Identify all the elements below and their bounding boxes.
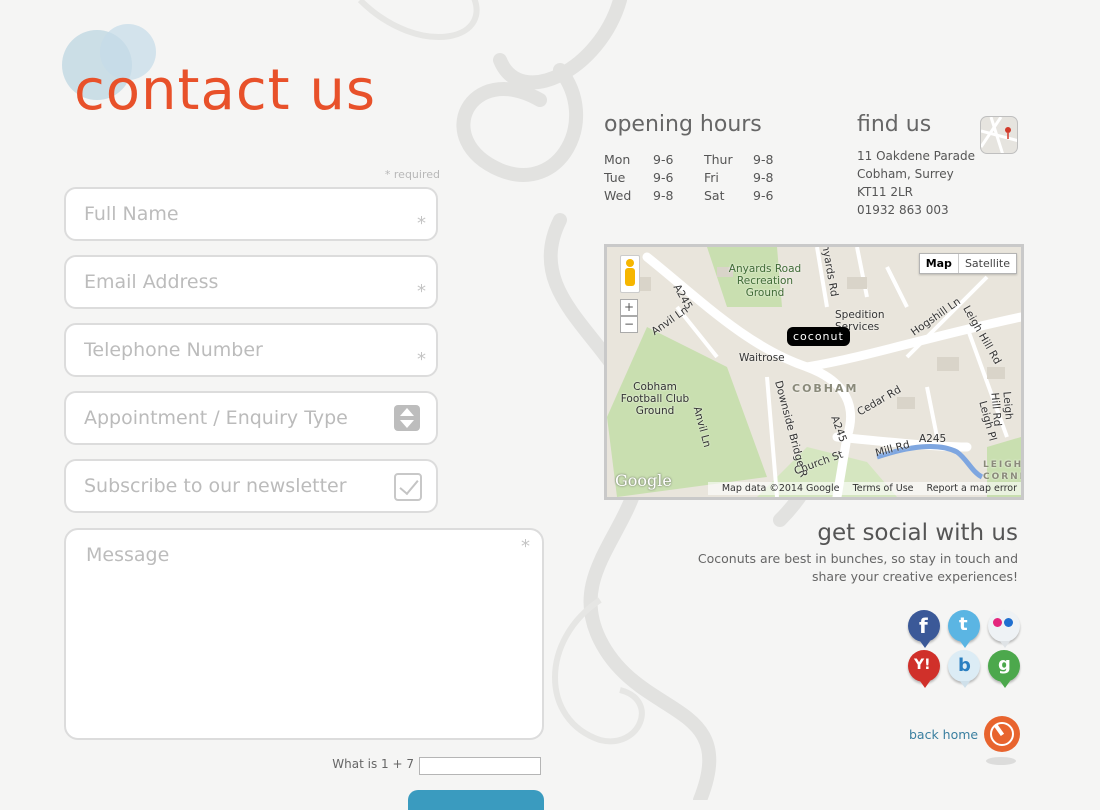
facebook-icon[interactable]: f (908, 610, 940, 648)
social-heading: get social with us (817, 520, 1018, 546)
newsletter-field[interactable]: Subscribe to our newsletter (64, 459, 438, 513)
map-pin-icon-graphic (981, 117, 1017, 153)
opening-hours-heading: opening hours (604, 112, 762, 137)
message-field[interactable]: * (64, 528, 544, 740)
map-label-football: Cobham Football Club Ground (620, 381, 690, 417)
flickr-blue-dot (1004, 618, 1013, 627)
select-arrows-icon[interactable] (394, 405, 420, 431)
address-phone[interactable]: 01932 863 003 (857, 201, 975, 219)
map-label-waitrose: Waitrose (739, 352, 785, 364)
appointment-type-select[interactable]: Appointment / Enquiry Type (64, 391, 438, 445)
required-asterisk: * (417, 349, 426, 370)
hours-value: 9-6 (653, 152, 674, 167)
page-title: contact us (74, 58, 377, 123)
google-glyph: g (998, 654, 1011, 675)
hours-value: 9-8 (653, 188, 674, 203)
address-block: 11 Oakdene Parade Cobham, Surrey KT11 2L… (857, 147, 975, 219)
address-postcode: KT11 2LR (857, 185, 914, 199)
back-home-link[interactable]: back home (909, 727, 978, 742)
map-footer: Map data ©2014 Google Terms of Use Repor… (707, 482, 1021, 495)
home-icon-shadow (986, 757, 1016, 765)
social-description-line: share your creative experiences! (811, 569, 1018, 584)
map-data-credit: Map data ©2014 Google (721, 483, 840, 494)
map-pin-icon[interactable] (980, 116, 1018, 154)
google-map[interactable]: + − Map Satellite Anyards Road Recreatio… (604, 244, 1024, 500)
required-asterisk: * (521, 536, 530, 557)
google-logo[interactable]: Google (615, 471, 672, 490)
hours-row: Mon 9-6 Thur 9-8 (604, 152, 773, 170)
day-label: Tue (604, 170, 626, 185)
telephone-field[interactable]: * (64, 323, 438, 377)
twitter-icon[interactable]: t (948, 610, 980, 648)
hours-value: 9-8 (753, 170, 774, 185)
map-label-leigh-corner: LEIGH CORNE (983, 460, 1024, 482)
street-view-pegman-icon[interactable] (620, 255, 640, 293)
newsletter-checkbox[interactable] (394, 473, 422, 501)
required-note: * required (384, 168, 440, 181)
map-label-a245: A245 (919, 433, 947, 445)
hours-value: 9-8 (753, 152, 774, 167)
opening-hours-table: Mon 9-6 Thur 9-8 Tue 9-6 Fri 9-8 Wed 9-8… (604, 152, 773, 206)
captcha-label: What is 1 + 7 (332, 757, 414, 771)
yahoo-glyph: Y! (914, 657, 931, 673)
day-label: Wed (604, 188, 632, 203)
flickr-icon[interactable] (988, 610, 1020, 648)
submit-button[interactable] (408, 790, 544, 810)
newsletter-label: Subscribe to our newsletter (84, 475, 347, 497)
map-marker-coconut[interactable]: coconut (787, 327, 850, 346)
social-description-line: Coconuts are best in bunches, so stay in… (697, 551, 1018, 566)
email-field[interactable]: * (64, 255, 438, 309)
twitter-glyph: t (959, 614, 968, 635)
telephone-input[interactable] (84, 325, 384, 375)
hours-value: 9-6 (653, 170, 674, 185)
day-label: Thur (704, 152, 733, 167)
message-input[interactable] (84, 542, 518, 726)
captcha-input[interactable] (419, 757, 541, 775)
facebook-glyph: f (919, 614, 928, 638)
appointment-type-value: Appointment / Enquiry Type (84, 407, 348, 429)
map-label-cobham: COBHAM (792, 382, 859, 395)
map-terms-link[interactable]: Terms of Use (853, 483, 914, 494)
required-asterisk: * (417, 213, 426, 234)
map-label-recreation: Anyards Road Recreation Ground (728, 263, 802, 299)
map-type-map-button[interactable]: Map (920, 254, 959, 273)
map-type-control[interactable]: Map Satellite (918, 253, 1017, 274)
email-input[interactable] (84, 257, 384, 307)
bing-glyph: b (958, 655, 971, 676)
google-icon[interactable]: g (988, 650, 1020, 688)
map-type-satellite-button[interactable]: Satellite (959, 254, 1016, 273)
map-zoom-control[interactable]: + − (620, 299, 638, 333)
address-town: Cobham, Surrey (857, 167, 954, 181)
full-name-input[interactable] (84, 189, 384, 239)
zoom-out-button[interactable]: − (620, 316, 638, 333)
hours-row: Wed 9-8 Sat 9-6 (604, 188, 773, 206)
day-label: Sat (704, 188, 725, 203)
yahoo-icon[interactable]: Y! (908, 650, 940, 688)
home-icon[interactable] (984, 716, 1020, 752)
zoom-in-button[interactable]: + (620, 299, 638, 316)
find-us-heading: find us (857, 112, 932, 137)
required-asterisk: * (417, 281, 426, 302)
full-name-field[interactable]: * (64, 187, 438, 241)
map-report-link[interactable]: Report a map error (927, 483, 1017, 494)
flickr-pink-dot (993, 618, 1002, 627)
day-label: Mon (604, 152, 631, 167)
bing-icon[interactable]: b (948, 650, 980, 688)
hours-value: 9-6 (753, 188, 774, 203)
day-label: Fri (704, 170, 719, 185)
hours-row: Tue 9-6 Fri 9-8 (604, 170, 773, 188)
social-description: Coconuts are best in bunches, so stay in… (658, 550, 1018, 586)
address-street: 11 Oakdene Parade (857, 149, 975, 163)
